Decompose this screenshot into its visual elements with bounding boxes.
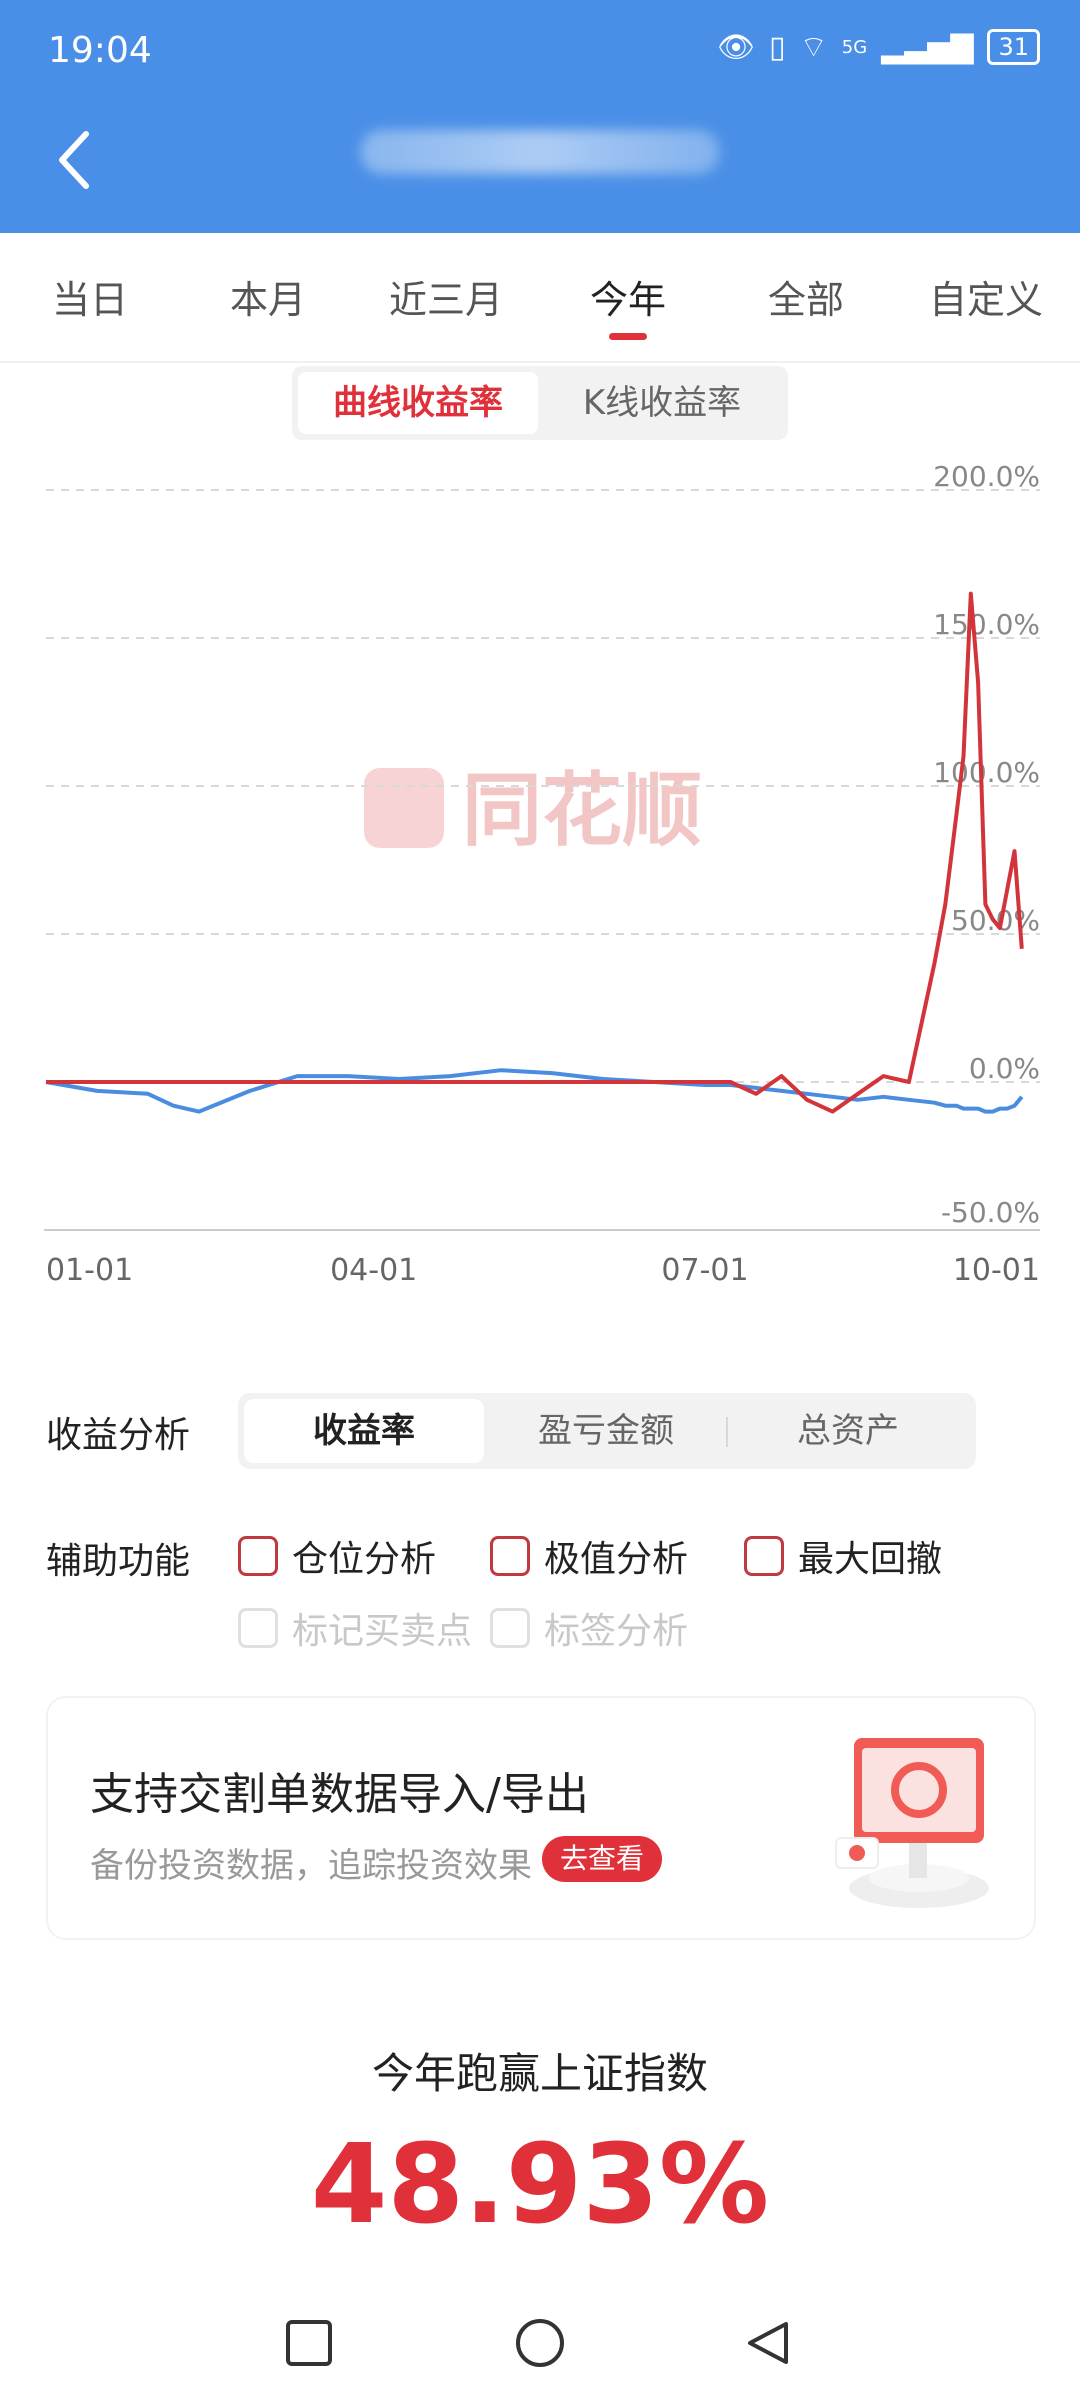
x-tick-label: 07-01 — [661, 1253, 748, 1288]
checkbox-box — [490, 1608, 530, 1648]
y-tick-label: -50.0% — [941, 1196, 1040, 1229]
y-tick-label: 200.0% — [933, 460, 1040, 493]
watermark: 同花顺 — [364, 764, 702, 857]
profit-amount-option[interactable]: 盈亏金额 — [486, 1399, 726, 1463]
wifi-icon: ⌔ — [799, 30, 828, 65]
extreme-analysis-checkbox[interactable]: 极值分析 — [490, 1530, 688, 1582]
tab-all[interactable]: 全部 — [716, 269, 896, 324]
view-button[interactable]: 去查看 — [542, 1836, 663, 1882]
watermark-text: 同花顺 — [462, 764, 702, 857]
watermark-logo — [364, 768, 444, 848]
y-tick-label: 100.0% — [933, 756, 1040, 789]
checkbox-label: 标签分析 — [544, 1611, 689, 1652]
tag-analysis-checkbox: 标签分析 — [490, 1602, 688, 1654]
recents-icon[interactable] — [286, 2320, 332, 2366]
page-title-obscured — [360, 130, 720, 174]
x-tick-label: 01-01 — [46, 1253, 133, 1288]
back-arrow-icon[interactable] — [44, 120, 104, 200]
active-tab-indicator — [609, 333, 647, 340]
battery-level: 31 — [998, 33, 1029, 61]
tab-today[interactable]: 当日 — [0, 269, 180, 324]
app-header: 19:04 👁 ▯ ⌔ 5G ▂▃▅▇ 31 — [0, 0, 1080, 233]
monitor-illustration-icon — [835, 1738, 989, 1908]
checkbox-label: 最大回撤 — [798, 1539, 943, 1580]
y-tick-label: 0.0% — [969, 1052, 1040, 1085]
checkbox-label: 极值分析 — [544, 1539, 689, 1580]
period-tabs: 当日 本月 近三月 今年 全部 自定义 — [0, 233, 1080, 363]
x-tick-label: 04-01 — [330, 1253, 417, 1288]
back-icon[interactable] — [748, 2322, 788, 2364]
curve-return-option[interactable]: 曲线收益率 — [298, 372, 538, 434]
aux-label: 辅助功能 — [46, 1541, 191, 1582]
card-title: 支持交割单数据导入/导出 — [90, 1769, 589, 1820]
checkbox-label: 标记买卖点 — [292, 1611, 473, 1652]
max-drawdown-checkbox[interactable]: 最大回撤 — [744, 1530, 942, 1582]
card-subtitle: 备份投资数据，追踪投资效果 — [90, 1846, 532, 1886]
position-analysis-checkbox[interactable]: 仓位分析 — [238, 1530, 436, 1582]
signal-icon: ▂▃▅▇ — [881, 29, 974, 65]
return-chart: 同花顺 200.0%150.0%100.0%50.0%0.0%-50.0% 01… — [44, 460, 1040, 1288]
x-tick-label: 10-01 — [953, 1253, 1040, 1288]
status-time: 19:04 — [48, 30, 152, 71]
analysis-toggle: 收益率 盈亏金额 总资产 — [238, 1393, 976, 1469]
summary-value: 48.93% — [310, 2120, 770, 2248]
status-icons: 👁 ▯ ⌔ 5G ▂▃▅▇ 31 — [717, 28, 1040, 66]
y-tick-label: 150.0% — [933, 608, 1040, 641]
kline-return-option[interactable]: K线收益率 — [542, 372, 782, 434]
tab-three-months[interactable]: 近三月 — [356, 269, 536, 324]
chart-mode-toggle: 曲线收益率 K线收益率 — [292, 366, 788, 440]
tab-custom[interactable]: 自定义 — [896, 269, 1076, 324]
system-navbar — [286, 2319, 788, 2367]
checkbox-label: 仓位分析 — [292, 1539, 437, 1580]
checkbox-box[interactable] — [744, 1536, 784, 1576]
series-line-index — [45, 1068, 1024, 1114]
import-export-card[interactable]: 支持交割单数据导入/导出 备份投资数据，追踪投资效果 去查看 — [46, 1696, 1036, 1940]
return-rate-option[interactable]: 收益率 — [244, 1399, 484, 1463]
eye-icon: 👁 — [716, 29, 756, 65]
home-icon[interactable] — [516, 2319, 564, 2367]
tab-this-year[interactable]: 今年 — [538, 269, 718, 324]
analysis-label: 收益分析 — [46, 1415, 191, 1456]
tab-month[interactable]: 本月 — [178, 269, 358, 324]
mark-trade-points-checkbox: 标记买卖点 — [238, 1602, 472, 1654]
total-assets-option[interactable]: 总资产 — [728, 1399, 968, 1463]
checkbox-box[interactable] — [238, 1536, 278, 1576]
battery-icon: 31 — [987, 29, 1040, 65]
summary-label: 今年跑赢上证指数 — [371, 2049, 708, 2098]
checkbox-box — [238, 1608, 278, 1648]
vibrate-icon: ▯ — [769, 29, 786, 65]
network-label: 5G — [841, 36, 868, 58]
checkbox-box[interactable] — [490, 1536, 530, 1576]
